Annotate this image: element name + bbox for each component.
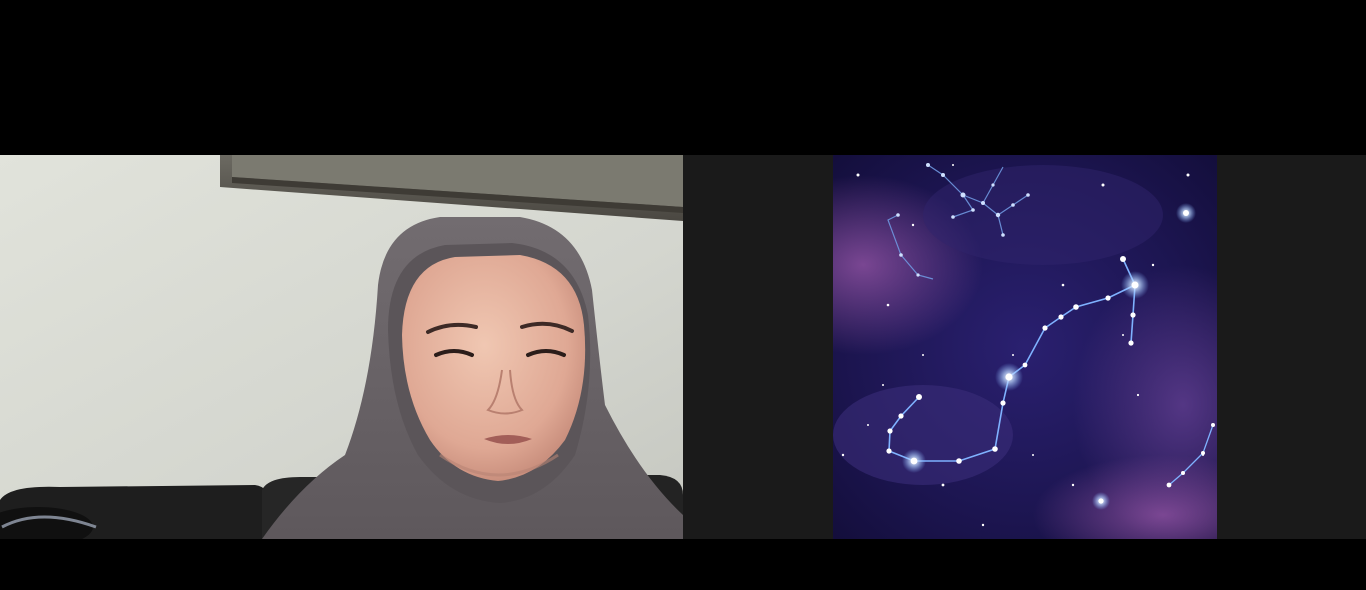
constellation-avatar-icon bbox=[683, 155, 1366, 539]
participant-tile-avatar[interactable] bbox=[683, 155, 1366, 539]
bottom-black-bar bbox=[0, 539, 1366, 590]
participant-gallery bbox=[0, 155, 1366, 539]
participant-tile-video[interactable] bbox=[0, 155, 683, 539]
person-video-feed-icon bbox=[0, 155, 683, 539]
top-black-bar bbox=[0, 0, 1366, 155]
meeting-window bbox=[0, 0, 1366, 590]
